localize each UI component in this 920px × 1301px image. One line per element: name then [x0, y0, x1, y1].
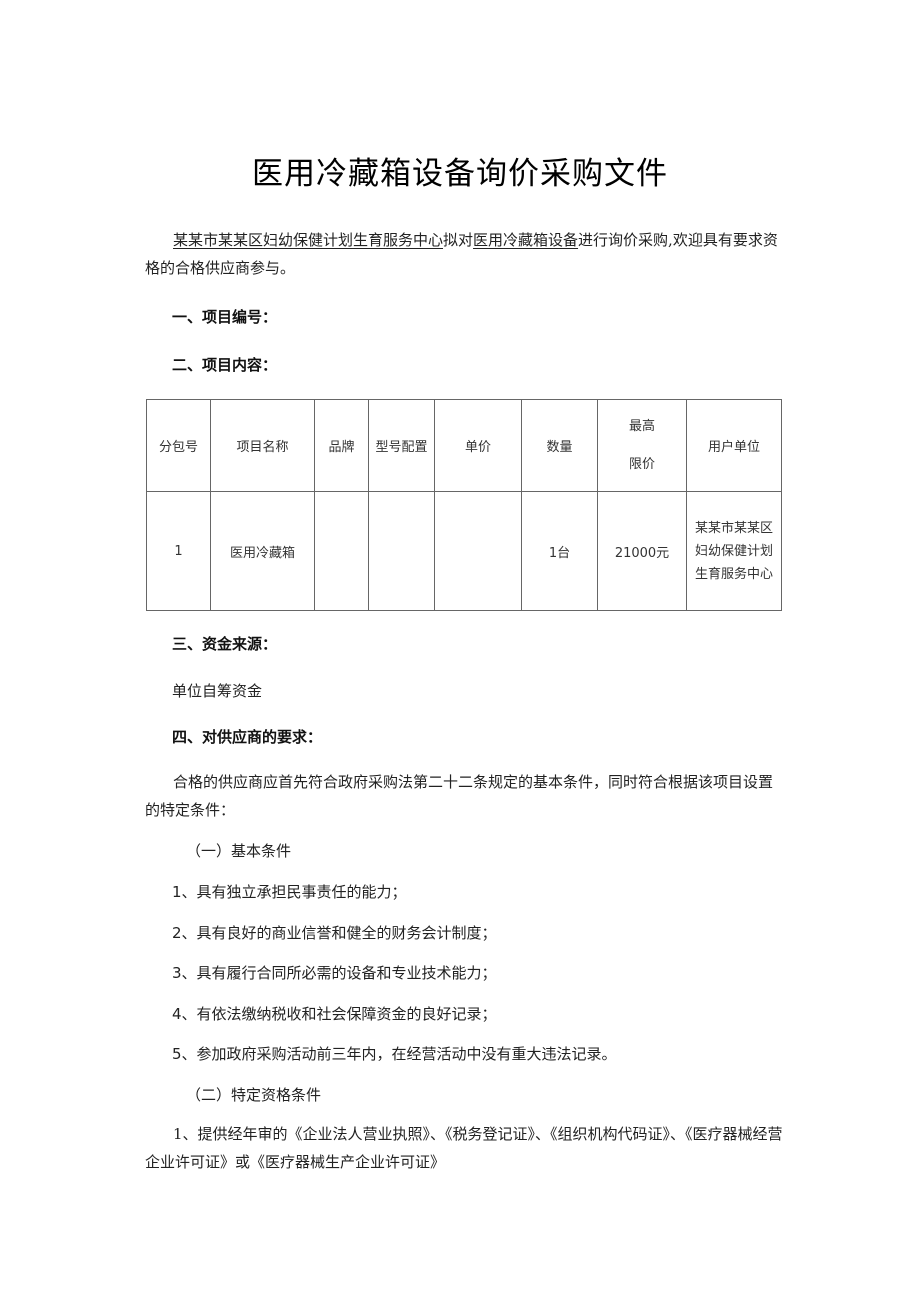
document-page: 医用冷藏箱设备询价采购文件 某某市某某区妇幼保健计划生育服务中心拟对医用冷藏箱设…	[0, 0, 920, 1301]
basic-condition-item: 1、具有独立承担民事责任的能力；	[172, 883, 407, 901]
table-header-row: 分包号 项目名称 品牌 型号配置 单价 数量 最高限价 用户单位	[146, 399, 782, 492]
header-model: 型号配置	[368, 399, 435, 492]
basic-conditions-heading: （一）基本条件	[186, 842, 292, 860]
special-conditions-heading: （二）特定资格条件	[186, 1086, 322, 1104]
header-max-price-line1: 最高	[628, 418, 655, 434]
document-title: 医用冷藏箱设备询价采购文件	[252, 156, 668, 192]
cell-brand	[314, 491, 369, 611]
cell-item-name: 医用冷藏箱	[210, 491, 315, 611]
funding-source: 单位自筹资金	[172, 682, 263, 700]
header-user-unit: 用户单位	[686, 399, 782, 492]
section-supplier-requirements-heading: 四、对供应商的要求：	[172, 728, 323, 746]
special-condition-item: 1、提供经年审的《企业法人营业执照》、《税务登记证》、《组织机构代码证》、《医疗…	[145, 1125, 783, 1171]
purchaser-name: 某某市某某区妇幼保健计划生育服务中心	[173, 231, 444, 249]
supplier-requirements-intro: 合格的供应商应首先符合政府采购法第二十二条规定的基本条件，同时符合根据该项目设置…	[145, 773, 774, 819]
basic-condition-item: 2、具有良好的商业信誉和健全的财务会计制度；	[172, 924, 497, 942]
cell-model	[368, 491, 435, 611]
header-unit-price: 单价	[434, 399, 522, 492]
procurement-item: 医用冷藏箱设备	[473, 231, 579, 249]
section-project-number-heading: 一、项目编号：	[172, 308, 278, 326]
cell-max-price: 21000元	[597, 491, 687, 611]
header-package-no: 分包号	[146, 399, 211, 492]
project-items-table: 分包号 项目名称 品牌 型号配置 单价 数量 最高限价 用户单位 1 医用冷藏箱…	[146, 399, 782, 611]
header-quantity: 数量	[521, 399, 598, 492]
cell-user-unit: 某某市某某区妇幼保健计划生育服务中心	[686, 491, 782, 611]
header-max-price: 最高 限价	[597, 399, 687, 492]
basic-condition-item: 5、参加政府采购活动前三年内，在经营活动中没有重大违法记录。	[172, 1045, 617, 1063]
section-project-content-heading: 二、项目内容：	[172, 356, 278, 374]
section-funding-heading: 三、资金来源：	[172, 635, 278, 653]
table-row: 1 医用冷藏箱 1台 21000元 某某市某某区妇幼保健计划生育服务中心	[146, 491, 782, 611]
intro-paragraph: 某某市某某区妇幼保健计划生育服务中心拟对医用冷藏箱设备进行询价采购,欢迎具有要求…	[145, 226, 785, 282]
header-item-name: 项目名称	[210, 399, 315, 492]
header-brand: 品牌	[314, 399, 369, 492]
intro-connector: 拟对	[443, 231, 474, 249]
cell-quantity: 1台	[521, 491, 598, 611]
header-max-price-line2: 限价	[628, 456, 655, 472]
cell-package-no: 1	[146, 491, 211, 611]
cell-unit-price	[434, 491, 522, 611]
basic-condition-item: 4、有依法缴纳税收和社会保障资金的良好记录；	[172, 1005, 497, 1023]
basic-condition-item: 3、具有履行合同所必需的设备和专业技术能力；	[172, 964, 497, 982]
